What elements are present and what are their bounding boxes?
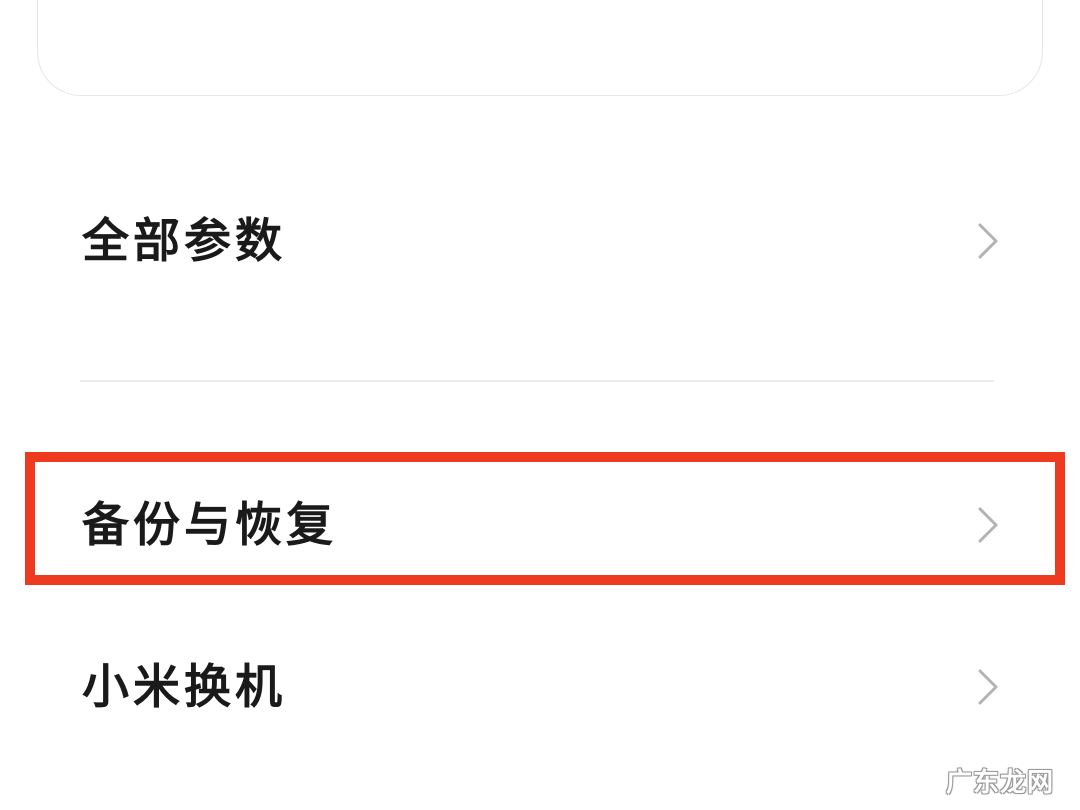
settings-screen: 全部参数 备份与恢复 小米换机 广东龙网 bbox=[0, 0, 1080, 810]
chevron-right-icon bbox=[972, 221, 1002, 261]
settings-item-label: 小米换机 bbox=[82, 659, 286, 715]
settings-item-backup-restore[interactable]: 备份与恢复 bbox=[0, 470, 1080, 580]
settings-item-mi-switch[interactable]: 小米换机 bbox=[0, 632, 1080, 742]
chevron-right-icon bbox=[972, 667, 1002, 707]
settings-item-label: 备份与恢复 bbox=[82, 497, 337, 553]
divider bbox=[80, 380, 994, 382]
settings-item-all-params[interactable]: 全部参数 bbox=[0, 186, 1080, 296]
top-card bbox=[37, 0, 1043, 96]
watermark: 广东龙网 bbox=[946, 768, 1055, 798]
chevron-right-icon bbox=[972, 505, 1002, 545]
settings-item-label: 全部参数 bbox=[82, 213, 286, 269]
